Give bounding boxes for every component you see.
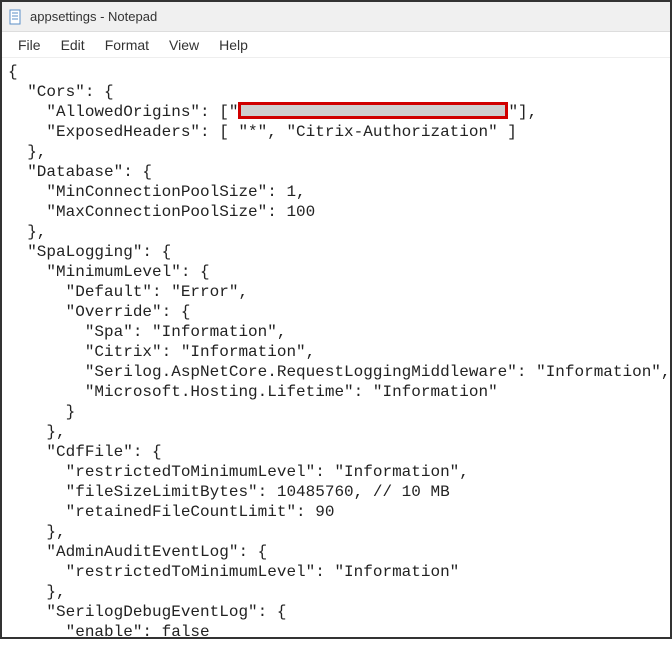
code-line: "MinimumLevel": {: [8, 263, 210, 281]
code-line: "Database": {: [8, 163, 152, 181]
code-line: {: [8, 63, 18, 81]
code-line: "CdfFile": {: [8, 443, 162, 461]
code-line: "Microsoft.Hosting.Lifetime": "Informati…: [8, 383, 498, 401]
title-bar: appsettings - Notepad: [2, 2, 670, 32]
menu-file[interactable]: File: [8, 35, 51, 55]
code-line: },: [8, 523, 66, 541]
code-line: "AllowedOrigins": [": [8, 103, 238, 121]
code-line: "MinConnectionPoolSize": 1,: [8, 183, 306, 201]
code-line: },: [8, 423, 66, 441]
code-line: "SerilogDebugEventLog": {: [8, 603, 286, 621]
code-line: "enable": false: [8, 623, 210, 641]
code-line: "Citrix": "Information",: [8, 343, 315, 361]
menu-help[interactable]: Help: [209, 35, 258, 55]
code-line: "restrictedToMinimumLevel": "Information…: [8, 463, 469, 481]
redacted-box: [238, 102, 508, 119]
code-line: "MaxConnectionPoolSize": 100: [8, 203, 315, 221]
window-title: appsettings - Notepad: [30, 9, 157, 24]
code-line: "],: [508, 103, 537, 121]
code-line: "retainedFileCountLimit": 90: [8, 503, 334, 521]
code-line: "Cors": {: [8, 83, 114, 101]
code-line: "Default": "Error",: [8, 283, 248, 301]
code-line: "AdminAuditEventLog": {: [8, 543, 267, 561]
notepad-icon: [8, 9, 24, 25]
code-line: "Serilog.AspNetCore.RequestLoggingMiddle…: [8, 363, 670, 381]
code-line: "fileSizeLimitBytes": 10485760, // 10 MB: [8, 483, 450, 501]
code-line: },: [8, 223, 46, 241]
code-line: "Spa": "Information",: [8, 323, 286, 341]
code-line: }: [8, 403, 75, 421]
code-line: "SpaLogging": {: [8, 243, 171, 261]
code-line: "ExposedHeaders": [ "*", "Citrix-Authori…: [8, 123, 517, 141]
code-line: "Override": {: [8, 303, 190, 321]
code-line: },: [8, 583, 66, 601]
code-line: },: [8, 143, 46, 161]
code-line: "restrictedToMinimumLevel": "Information…: [8, 563, 459, 581]
text-editor-content[interactable]: { "Cors": { "AllowedOrigins": [" "], "Exp…: [2, 58, 670, 646]
menu-format[interactable]: Format: [95, 35, 159, 55]
menu-view[interactable]: View: [159, 35, 209, 55]
menu-bar: File Edit Format View Help: [2, 32, 670, 58]
menu-edit[interactable]: Edit: [51, 35, 95, 55]
